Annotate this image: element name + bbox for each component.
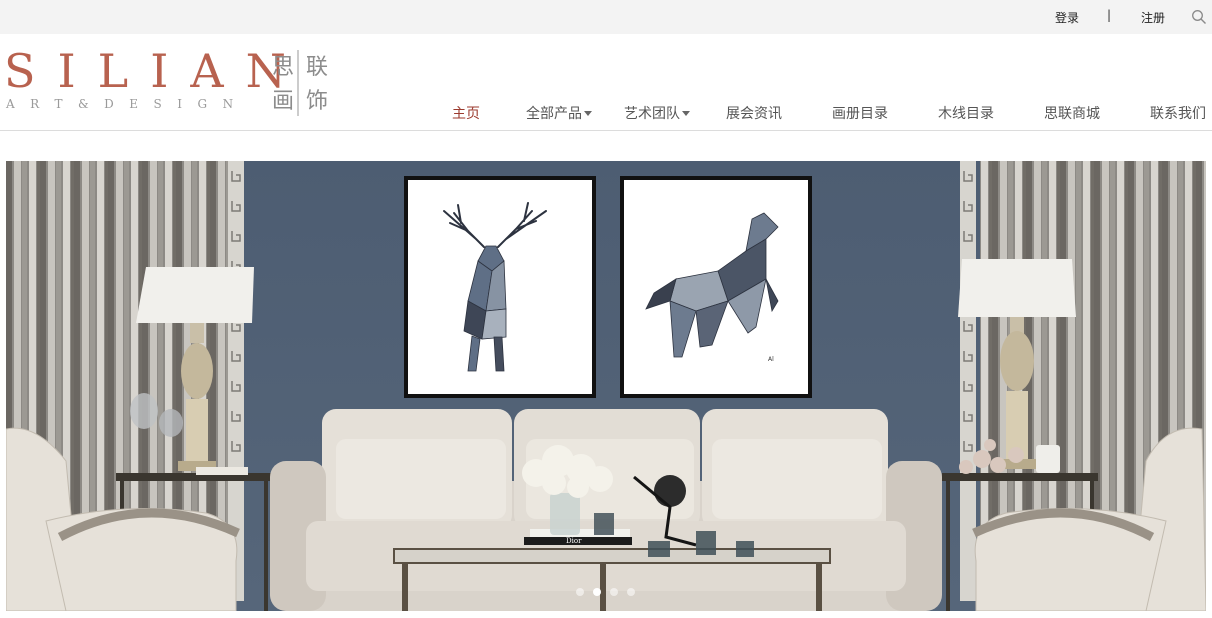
logo-char-lian: 联 — [306, 55, 328, 80]
chevron-down-icon — [584, 111, 592, 116]
hero-banner[interactable]: Al Dior — [6, 161, 1206, 611]
carousel-dot-2[interactable] — [593, 588, 601, 596]
hero-interior-image: Al Dior — [6, 161, 1206, 611]
logo-subtitle: ART&DESIGN — [6, 97, 249, 111]
carousel-dot-1[interactable] — [576, 588, 584, 596]
logo-char-si: 思 — [272, 55, 294, 80]
carousel-dot-4[interactable] — [627, 588, 635, 596]
topbar-separator: | — [1107, 8, 1112, 22]
nav-art-team-label: 艺术团队 — [624, 106, 680, 122]
logo-char-hua: 画 — [272, 89, 294, 114]
site-header: SILIAN ART&DESIGN 思 联 画 饰 主页 全部产品 艺术团队 展… — [0, 34, 1212, 131]
svg-text:Al: Al — [768, 356, 774, 363]
carousel-dot-3[interactable] — [610, 588, 618, 596]
nav-silian-mall[interactable]: 思联商城 — [1044, 103, 1100, 123]
login-link[interactable]: 登录 — [1055, 9, 1079, 26]
site-logo[interactable]: SILIAN ART&DESIGN 思 联 画 饰 — [4, 48, 344, 118]
search-icon[interactable] — [1191, 9, 1207, 25]
nav-album-catalog[interactable]: 画册目录 — [832, 103, 888, 123]
nav-molding-catalog[interactable]: 木线目录 — [938, 103, 994, 123]
nav-home[interactable]: 主页 — [452, 103, 480, 123]
chevron-down-icon — [682, 111, 690, 116]
nav-exhibition-news[interactable]: 展会资讯 — [726, 103, 782, 123]
nav-art-team[interactable]: 艺术团队 — [624, 103, 690, 123]
top-utility-bar: 登录 | 注册 — [0, 0, 1212, 34]
logo-wordmark: SILIAN — [4, 44, 308, 98]
nav-all-products[interactable]: 全部产品 — [526, 103, 592, 123]
coffee-table-book-title: Dior — [566, 537, 582, 545]
register-link[interactable]: 注册 — [1141, 9, 1165, 26]
nav-contact-us[interactable]: 联系我们 — [1150, 103, 1206, 123]
nav-all-products-label: 全部产品 — [526, 106, 582, 122]
logo-char-shi: 饰 — [306, 89, 328, 114]
logo-chinese-mark: 思 联 画 饰 — [272, 50, 328, 116]
